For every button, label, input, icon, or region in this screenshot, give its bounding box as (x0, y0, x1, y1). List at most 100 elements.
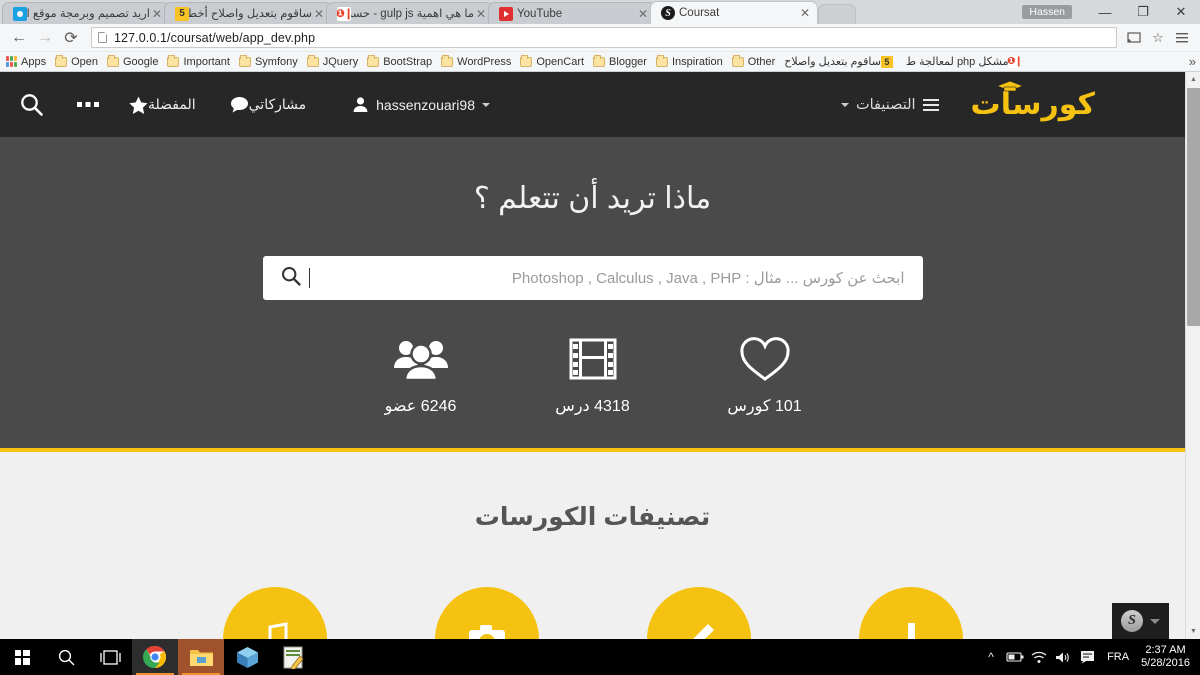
bookmark-star-icon[interactable]: ☆ (1146, 26, 1170, 50)
folder-icon (55, 54, 68, 67)
window-controls: Hassen — ❐ ✕ (1022, 0, 1200, 24)
tray-overflow-icon[interactable]: ^ (979, 639, 1003, 675)
folder-icon (441, 54, 454, 67)
red-quote-icon: ❙❶ (337, 6, 351, 21)
taskbar-app-chrome[interactable] (132, 639, 178, 675)
people-group-icon (393, 336, 449, 382)
bookmark-item[interactable]: Important (167, 54, 230, 68)
chevron-down-icon[interactable] (1150, 618, 1160, 624)
symfony-debug-toolbar[interactable]: S (1112, 603, 1169, 639)
five-badge-icon: 5 (880, 55, 893, 68)
clock[interactable]: 2:37 AM 5/28/2016 (1137, 644, 1200, 670)
bookmark-item[interactable]: Inspiration (655, 54, 723, 68)
blue-circle-icon (13, 6, 27, 21)
page-scrollbar[interactable]: ▲ ▼ (1185, 72, 1200, 639)
search-icon (20, 93, 43, 116)
wifi-icon[interactable] (1027, 639, 1051, 675)
search-icon[interactable] (281, 266, 301, 291)
bookmark-item[interactable]: BootStrap (367, 54, 432, 68)
bookmark-item[interactable]: WordPress (441, 54, 511, 68)
profile-name-badge[interactable]: Hassen (1022, 5, 1072, 19)
bookmark-apps[interactable]: Apps (6, 56, 46, 68)
tab-close-icon[interactable]: ✕ (636, 3, 650, 24)
volume-icon[interactable] (1051, 639, 1075, 675)
stats-row: 101 كورس 4318 درس 6246 عضو (335, 336, 851, 416)
bookmark-item[interactable]: OpenCart (520, 54, 584, 68)
reload-button[interactable]: ⟳ (58, 25, 84, 51)
tab-close-icon[interactable]: ✕ (312, 3, 326, 24)
red-quote-icon: ❙❶ (1007, 55, 1023, 68)
bookmark-item[interactable]: Blogger (593, 54, 647, 68)
category-circle[interactable] (858, 587, 963, 639)
browser-tab[interactable]: ✕ ما هي اهمية gulp js - حسر ❙❶ (326, 2, 494, 24)
start-button[interactable] (0, 639, 44, 675)
browser-tab[interactable]: ✕ ساقوم بتعديل واصلاح أخطا 5 (164, 2, 332, 24)
page-info-icon[interactable] (98, 32, 107, 43)
scroll-up-icon[interactable]: ▲ (1186, 72, 1200, 87)
browser-tab-active[interactable]: S Coursat ✕ (650, 1, 818, 24)
back-button[interactable]: ← (6, 25, 32, 51)
new-tab-button[interactable] (818, 4, 856, 24)
stat-lessons[interactable]: 4318 درس (507, 336, 679, 416)
sidebar-item-categories[interactable]: التصنيفات (840, 97, 939, 113)
folder-icon (655, 54, 668, 67)
bookmark-item[interactable]: Open (55, 54, 98, 68)
tab-close-icon[interactable]: ✕ (798, 2, 812, 24)
nav-item-my-posts[interactable]: مشاركاتي (216, 96, 327, 113)
chrome-menu-icon[interactable] (1170, 26, 1194, 50)
category-circle[interactable] (222, 587, 327, 639)
scroll-down-icon[interactable]: ▼ (1186, 624, 1200, 639)
action-center-icon[interactable] (1075, 639, 1099, 675)
bookmark-label: Other (747, 55, 776, 68)
stat-members[interactable]: 6246 عضو (335, 336, 507, 416)
language-indicator[interactable]: FRA (1099, 651, 1137, 663)
battery-icon[interactable] (1003, 639, 1027, 675)
folder-icon (189, 649, 213, 666)
taskbar-app-editor[interactable] (270, 639, 316, 675)
folder-icon (167, 54, 180, 67)
nav-item-search[interactable] (8, 93, 61, 116)
category-circle[interactable] (434, 587, 539, 639)
browser-tab[interactable]: ✕ اريد تصميم وبرمجة موقع ال (2, 2, 170, 24)
brush-icon (907, 623, 915, 639)
nav-item-more[interactable] (61, 101, 115, 108)
windows-logo-icon (14, 649, 30, 665)
nav-item-favorites[interactable]: المفضلة (115, 96, 216, 114)
bookmark-item[interactable]: JQuery (306, 54, 358, 68)
close-window-button[interactable]: ✕ (1162, 0, 1200, 24)
tab-title: اريد تصميم وبرمجة موقع ال (27, 7, 150, 20)
chevron-down-icon (482, 102, 490, 107)
bookmark-item[interactable]: Other (731, 54, 776, 68)
tab-close-icon[interactable]: ✕ (150, 3, 164, 24)
heart-icon (739, 336, 791, 382)
address-bar[interactable]: 127.0.0.1/coursat/web/app_dev.php (91, 27, 1117, 48)
search-box[interactable]: ابحث عن كورس ... مثال : Photoshop , Calc… (262, 256, 923, 300)
category-circles (0, 587, 1185, 639)
bookmark-item[interactable]: Google (107, 54, 158, 68)
browser-tab[interactable]: YouTube ✕ (488, 2, 656, 24)
folder-icon (107, 54, 119, 67)
blue-cube-icon (236, 646, 258, 668)
bookmark-item[interactable]: ❙❶ مشكل php لمعالجة ط (906, 55, 1025, 68)
taskbar-app-virtualbox[interactable] (224, 639, 270, 675)
page-title: ماذا تريد أن تتعلم ؟ (473, 182, 712, 215)
stat-courses[interactable]: 101 كورس (679, 336, 851, 416)
maximize-button[interactable]: ❐ (1124, 0, 1162, 24)
task-view-button[interactable] (88, 639, 132, 675)
taskbar-app-file-explorer[interactable] (178, 639, 224, 675)
nav-item-account[interactable]: hassenzouari98 (326, 96, 504, 113)
taskbar-search-button[interactable] (44, 639, 88, 675)
bookmark-item[interactable]: Symfony (238, 54, 298, 68)
bookmarks-overflow-icon[interactable]: » (1189, 54, 1196, 69)
tab-close-icon[interactable]: ✕ (474, 3, 488, 24)
category-circle[interactable] (646, 587, 751, 639)
bookmark-item[interactable]: 5 ساقوم بتعديل واصلاح (784, 55, 897, 68)
site-logo[interactable]: كورسات (971, 81, 1096, 122)
scrollbar-thumb[interactable] (1187, 88, 1200, 326)
forward-button[interactable]: → (32, 25, 58, 51)
search-input[interactable]: ابحث عن كورس ... مثال : Photoshop , Calc… (310, 269, 909, 287)
cast-icon[interactable] (1122, 26, 1146, 50)
minimize-button[interactable]: — (1086, 0, 1124, 24)
folder-icon (731, 54, 744, 67)
youtube-icon (499, 6, 513, 21)
